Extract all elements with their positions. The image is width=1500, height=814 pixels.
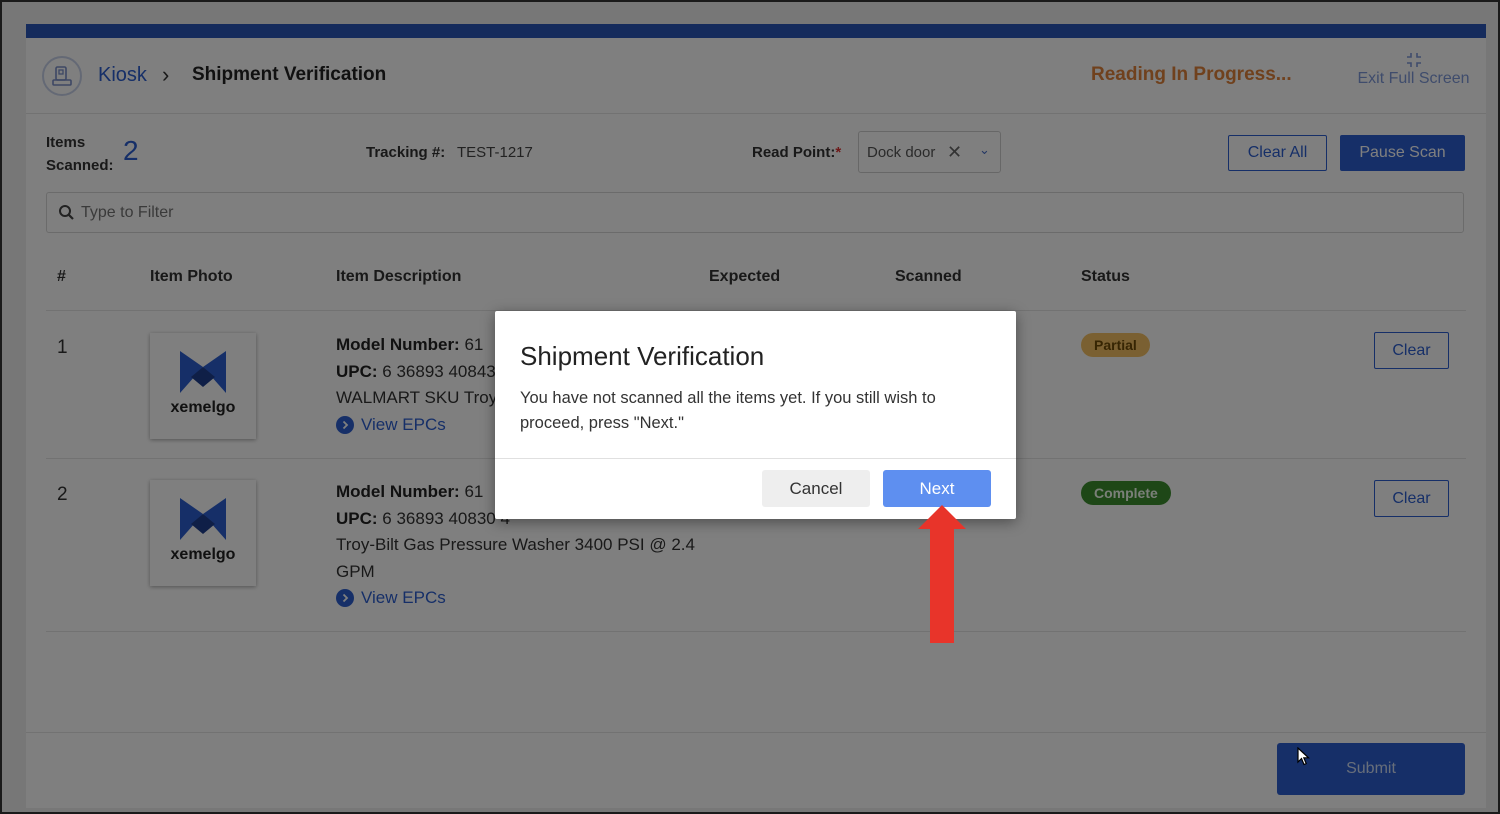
- mouse-cursor-icon: [1297, 747, 1311, 766]
- next-button[interactable]: Next: [883, 470, 991, 507]
- red-arrow-annotation: [918, 505, 966, 643]
- dialog-message: You have not scanned all the items yet. …: [520, 389, 936, 432]
- screenshot-frame: Kiosk › Shipment Verification Reading In…: [0, 0, 1500, 814]
- dialog-title: Shipment Verification: [520, 341, 765, 371]
- dialog-divider: [495, 458, 1016, 459]
- app-window: Kiosk › Shipment Verification Reading In…: [26, 24, 1486, 808]
- cancel-button[interactable]: Cancel: [762, 470, 870, 507]
- confirmation-dialog: Shipment Verification You have not scann…: [495, 311, 1016, 519]
